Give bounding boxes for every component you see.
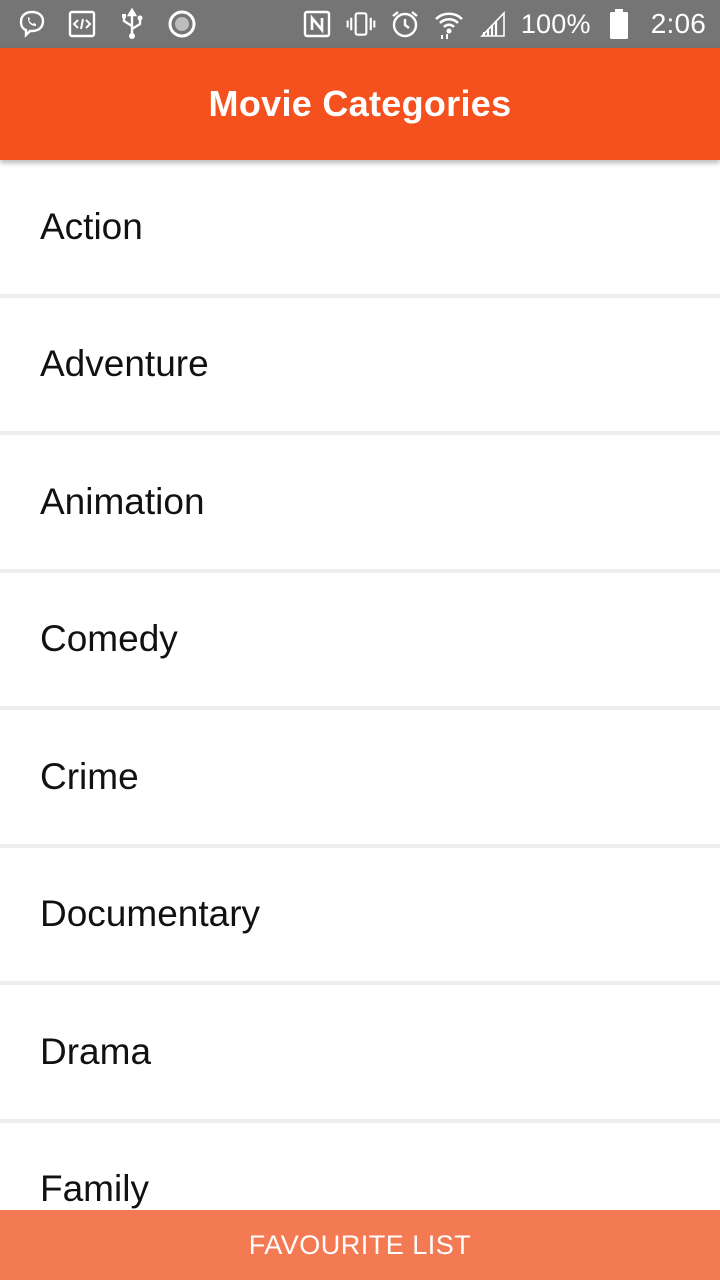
app-bar: Movie Categories xyxy=(0,48,720,160)
clock: 2:06 xyxy=(650,8,706,39)
category-item-crime[interactable]: Crime xyxy=(0,710,720,848)
category-label: Family xyxy=(40,1168,149,1210)
category-label: Documentary xyxy=(40,893,261,935)
category-label: Drama xyxy=(40,1030,152,1072)
category-item-comedy[interactable]: Comedy xyxy=(0,572,720,710)
category-item-animation[interactable]: Animation xyxy=(0,435,720,573)
status-bar: 100% 2:06 xyxy=(0,0,720,48)
category-label: Comedy xyxy=(40,618,178,660)
favourite-list-button[interactable]: FAVOURITE LIST xyxy=(0,1210,720,1280)
vibrate-icon xyxy=(345,8,377,40)
app-screen: 100% 2:06 Movie Categories Action Advent… xyxy=(0,0,720,1280)
status-bar-left xyxy=(16,8,198,40)
cell-signal-icon xyxy=(477,8,509,40)
category-label: Adventure xyxy=(40,343,209,385)
alarm-icon xyxy=(389,8,421,40)
battery-icon xyxy=(603,8,635,40)
page-title: Movie Categories xyxy=(208,83,512,124)
category-item-documentary[interactable]: Documentary xyxy=(0,847,720,985)
developer-code-icon xyxy=(66,8,98,40)
viber-icon xyxy=(16,8,48,40)
record-icon xyxy=(166,8,198,40)
category-list: Action Adventure Animation Comedy Crime … xyxy=(0,160,720,1260)
category-label: Action xyxy=(40,205,143,247)
category-label: Animation xyxy=(40,480,205,522)
category-item-drama[interactable]: Drama xyxy=(0,985,720,1123)
category-label: Crime xyxy=(40,755,139,797)
category-item-adventure[interactable]: Adventure xyxy=(0,297,720,435)
wifi-icon xyxy=(433,8,465,40)
nfc-icon xyxy=(301,8,333,40)
usb-icon xyxy=(116,8,148,40)
battery-percent: 100% xyxy=(520,8,591,39)
status-bar-right: 100% 2:06 xyxy=(301,8,706,40)
category-item-action[interactable]: Action xyxy=(0,160,720,298)
